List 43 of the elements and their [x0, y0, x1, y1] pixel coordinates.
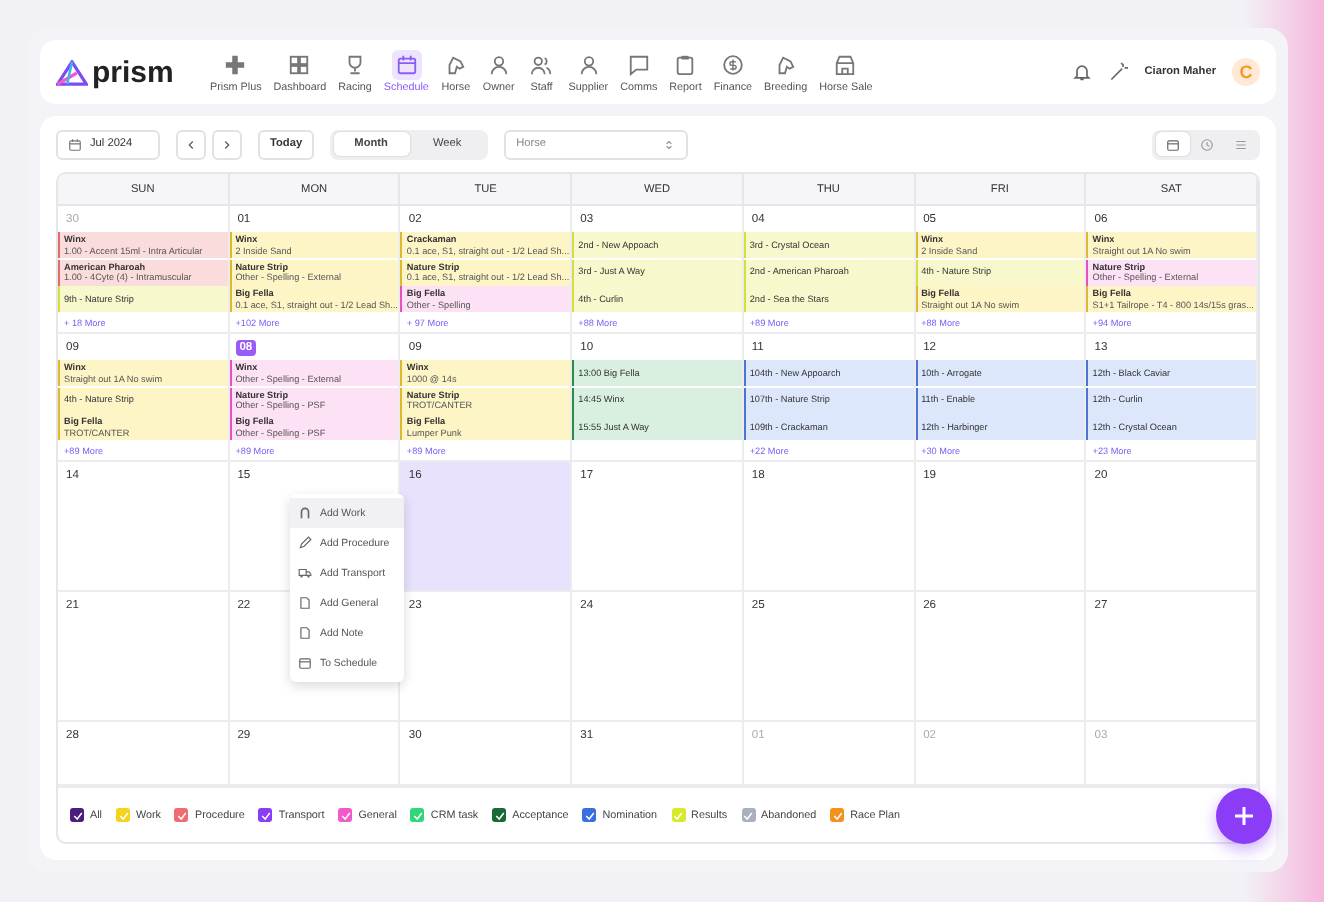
layout-button[interactable]: [1155, 132, 1189, 156]
check-icon: [117, 809, 129, 821]
pencil-icon: [298, 536, 312, 550]
clock-icon: [1199, 137, 1213, 151]
check-icon: [583, 809, 596, 821]
filter-checkbox[interactable]: [116, 808, 130, 822]
logo-icon: [56, 59, 88, 85]
truck-icon: [298, 566, 312, 580]
check-icon: [175, 809, 188, 821]
check-icon: [71, 809, 83, 821]
calendar-icon: [1165, 137, 1179, 151]
filter-checkbox[interactable]: [338, 808, 353, 822]
check-icon: [411, 809, 424, 821]
check-icon: [493, 809, 506, 821]
chevron-right-icon: [220, 137, 234, 151]
sort-icon: [662, 137, 677, 151]
check-icon: [672, 809, 685, 821]
filter-checkbox[interactable]: [582, 808, 597, 822]
bell-icon[interactable]: [1072, 62, 1093, 82]
check-icon: [742, 809, 755, 821]
horseshoe-icon: [298, 506, 312, 520]
filter-checkbox[interactable]: [410, 808, 425, 822]
check-icon: [339, 809, 352, 821]
calendar-icon: [68, 137, 82, 151]
filter-checkbox[interactable]: [258, 808, 273, 822]
document-icon: [298, 596, 312, 610]
calendar-icon: [298, 656, 312, 670]
document-icon: [298, 626, 312, 640]
list-icon: [1233, 137, 1247, 151]
brand-name: prism: [92, 55, 174, 89]
check-icon: [831, 809, 844, 821]
filter-checkbox[interactable]: [174, 808, 189, 822]
chevron-left-icon: [184, 137, 198, 151]
plus-icon: [1232, 804, 1256, 828]
filter-checkbox[interactable]: [492, 808, 507, 822]
filter-checkbox[interactable]: [671, 808, 686, 822]
filter-checkbox[interactable]: [741, 808, 756, 822]
filter-checkbox[interactable]: [830, 808, 845, 822]
magic-wand-icon[interactable]: [1108, 62, 1129, 82]
filter-checkbox[interactable]: [70, 808, 84, 822]
check-icon: [259, 809, 272, 821]
dollar-icon: [717, 50, 748, 80]
calendar-icon: [391, 50, 422, 80]
